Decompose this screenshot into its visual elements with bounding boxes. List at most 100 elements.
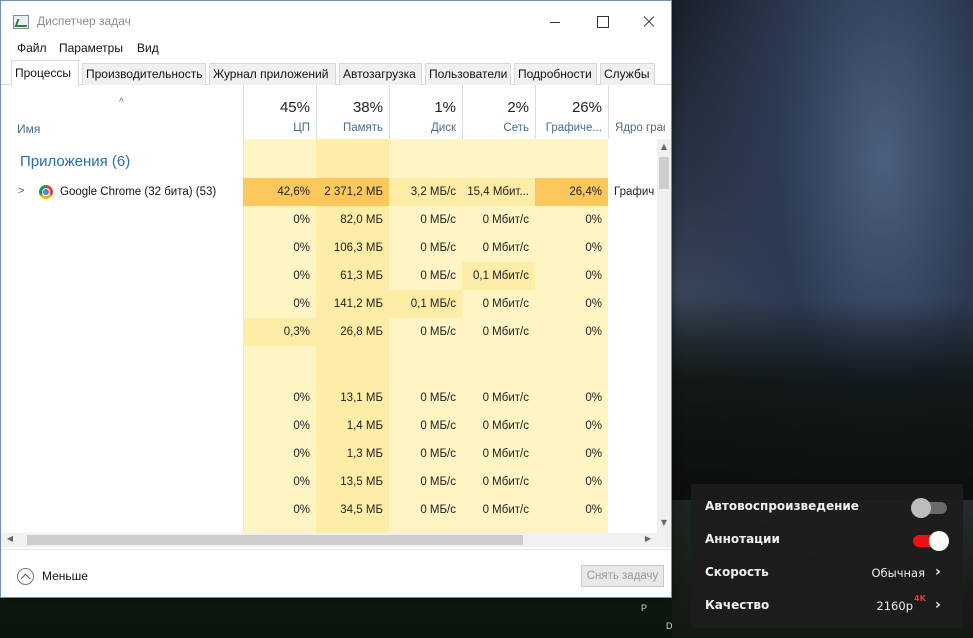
tab-services[interactable]: Службы: [600, 63, 655, 85]
column-header-cpu[interactable]: 45% ЦП: [243, 85, 316, 139]
gpu-engine-label: Ядро граф: [615, 122, 665, 134]
title-bar[interactable]: Диспетчер задач: [1, 1, 671, 41]
cell-network: 0 Мбит/с: [482, 504, 529, 516]
column-header-network[interactable]: 2% Сеть: [462, 85, 535, 139]
column-header-gpu-engine[interactable]: Ядро граф: [608, 85, 671, 139]
toggle-knob: [911, 498, 931, 518]
network-total: 2%: [507, 99, 529, 116]
cell-cpu: 0%: [293, 392, 310, 404]
process-grid: Приложения (6) > Google Chrome (32 бита)…: [1, 139, 657, 533]
end-task-button[interactable]: Снять задачу: [581, 565, 664, 587]
speed-label: Скорость: [705, 565, 769, 579]
tab-app-history[interactable]: Журнал приложений: [209, 63, 336, 85]
cell-network: 0 Мбит/с: [482, 298, 529, 310]
desktop-trees: [672, 300, 973, 500]
scroll-left-icon[interactable]: ◀: [4, 534, 16, 546]
cell-gpu: 0%: [585, 242, 602, 254]
cell-disk: 0 МБ/с: [420, 476, 456, 488]
memory-total: 38%: [352, 99, 383, 116]
toggle-knob: [929, 531, 949, 551]
cell-memory: 141,2 МБ: [333, 298, 383, 310]
close-button[interactable]: [626, 1, 672, 41]
cpu-label: ЦП: [293, 122, 310, 134]
cell-disk: 0 МБ/с: [420, 420, 456, 432]
task-manager-window: Диспетчер задач Файл Параметры Вид Проце…: [0, 0, 672, 598]
expand-chevron-icon[interactable]: >: [18, 178, 24, 204]
minimize-button[interactable]: [532, 1, 578, 41]
table-row[interactable]: 0% 106,3 МБ 0 МБ/с 0 Мбит/с 0%: [1, 234, 657, 262]
table-row[interactable]: 0% 34,5 МБ 0 МБ/с 0 Мбит/с 0%: [1, 496, 657, 524]
table-row[interactable]: 0% 141,2 МБ 0,1 МБ/с 0 Мбит/с 0%: [1, 290, 657, 318]
chevron-right-icon: ›: [935, 597, 941, 613]
tab-users[interactable]: Пользователи: [425, 63, 511, 85]
fewer-details-button[interactable]: Меньше: [17, 566, 88, 586]
cell-gpu: 0%: [585, 476, 602, 488]
column-header-memory[interactable]: 38% Память: [316, 85, 389, 139]
cell-memory: 1,4 МБ: [346, 420, 383, 432]
group-title-apps: Приложения (6): [20, 153, 131, 170]
table-row[interactable]: 0% 1,4 МБ 0 МБ/с 0 Мбит/с 0%: [1, 412, 657, 440]
task-manager-icon: [13, 15, 29, 29]
vertical-scroll-thumb[interactable]: [659, 157, 669, 189]
cell-disk: 3,2 МБ/с: [389, 178, 462, 206]
autoplay-row[interactable]: Автовоспроизведение: [691, 490, 963, 523]
horizontal-scrollbar[interactable]: ◀ ▶: [1, 533, 657, 547]
table-row[interactable]: 0% 61,3 МБ 0 МБ/с 0,1 Мбит/с 0%: [1, 262, 657, 290]
speed-row[interactable]: Скорость Обычная ›: [691, 556, 963, 589]
cell-network: 15,4 Мбит...: [462, 178, 535, 206]
cell-network: 0 Мбит/с: [482, 326, 529, 338]
vertical-scrollbar[interactable]: ▲ ▼: [657, 139, 671, 533]
menu-view[interactable]: Вид: [137, 41, 159, 55]
autoplay-label: Автовоспроизведение: [705, 499, 859, 513]
table-row[interactable]: 0% 13,5 МБ 0 МБ/с 0 Мбит/с 0%: [1, 468, 657, 496]
cell-cpu: 0%: [293, 270, 310, 282]
quality-value: 2160p: [876, 599, 913, 613]
scrollbar-corner: [657, 533, 671, 547]
quality-row[interactable]: Качество 2160p 4K ›: [691, 589, 963, 622]
maximize-button[interactable]: [579, 1, 625, 41]
speed-value: Обычная: [871, 566, 925, 580]
tab-startup[interactable]: Автозагрузка: [339, 63, 422, 85]
disk-total: 1%: [434, 99, 456, 116]
cell-cpu: 0,3%: [243, 318, 316, 346]
menu-bar: Файл Параметры Вид: [1, 39, 671, 57]
menu-options[interactable]: Параметры: [59, 41, 123, 55]
sort-up-icon[interactable]: ^: [119, 97, 124, 108]
cell-gpu: 0%: [585, 326, 602, 338]
memory-label: Память: [342, 122, 383, 134]
cell-network: 0 Мбит/с: [482, 448, 529, 460]
table-row-chrome[interactable]: > Google Chrome (32 бита) (53) 42,6% 2 3…: [1, 178, 657, 206]
cell-cpu: 42,6%: [243, 178, 316, 206]
cell-gpu: 26,4%: [535, 178, 608, 206]
tab-performance[interactable]: Производительность: [82, 63, 206, 85]
scroll-down-icon[interactable]: ▼: [659, 518, 669, 530]
cell-cpu: 0%: [293, 242, 310, 254]
cell-memory: 13,5 МБ: [340, 476, 383, 488]
scroll-right-icon[interactable]: ▶: [642, 534, 654, 546]
cell-disk: 0 МБ/с: [420, 270, 456, 282]
column-header-gpu[interactable]: 26% Графиче...: [535, 85, 608, 139]
gpu-total: 26%: [571, 99, 602, 116]
table-row[interactable]: 0% 13,1 МБ 0 МБ/с 0 Мбит/с 0%: [1, 384, 657, 412]
cell-disk: 0 МБ/с: [420, 504, 456, 516]
tab-details[interactable]: Подробности: [514, 63, 597, 85]
horizontal-scroll-thumb[interactable]: [27, 535, 523, 545]
table-row[interactable]: 0,3% 26,8 МБ 0 МБ/с 0 Мбит/с 0%: [1, 318, 657, 346]
table-row[interactable]: 0% 82,0 МБ 0 МБ/с 0 Мбит/с 0%: [1, 206, 657, 234]
column-header-disk[interactable]: 1% Диск: [389, 85, 462, 139]
menu-file[interactable]: Файл: [17, 41, 47, 55]
annotations-row[interactable]: Аннотации: [691, 523, 963, 556]
chevron-up-circle-icon: [17, 567, 34, 585]
cell-network: 0,1 Мбит/с: [462, 262, 535, 290]
scroll-up-icon[interactable]: ▲: [659, 142, 669, 154]
cell-memory: 1,3 МБ: [346, 448, 383, 460]
cell-network: 0 Мбит/с: [482, 392, 529, 404]
tab-processes[interactable]: Процессы: [11, 60, 79, 86]
cell-network: 0 Мбит/с: [482, 242, 529, 254]
table-row[interactable]: 0% 1,3 МБ 0 МБ/с 0 Мбит/с 0%: [1, 440, 657, 468]
autoplay-toggle[interactable]: [911, 498, 947, 518]
annotations-toggle[interactable]: [913, 531, 949, 551]
cpu-total: 45%: [279, 99, 310, 116]
network-label: Сеть: [503, 122, 529, 134]
column-header-name[interactable]: Имя: [17, 122, 40, 136]
